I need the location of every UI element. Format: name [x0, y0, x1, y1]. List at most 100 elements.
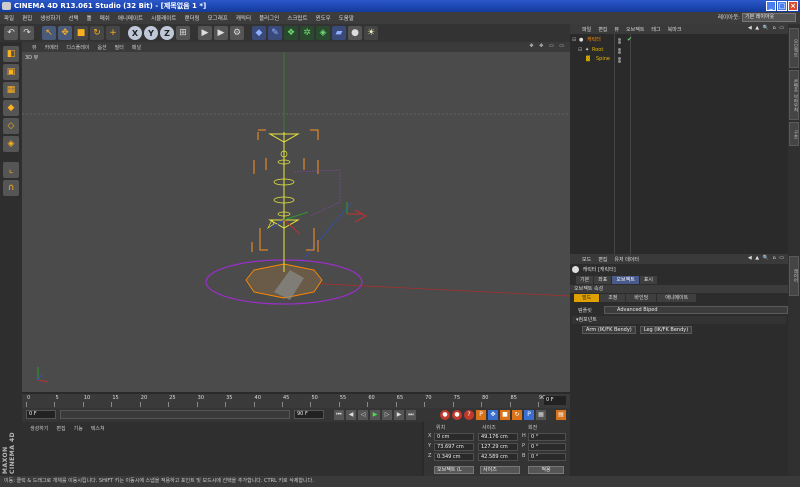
- mat-menu-edit[interactable]: 편집: [56, 425, 65, 432]
- model-mode-icon[interactable]: ◧: [3, 46, 19, 62]
- goto-start-icon[interactable]: ⏮: [334, 410, 344, 420]
- om-toolbar-icons[interactable]: ◀ ▲ 🔍 ⌂ ▭: [748, 25, 785, 31]
- tab-layers-vertical[interactable]: 레이어: [789, 256, 799, 296]
- leg-component-dropdown[interactable]: Leg (IK/FK Bendy): [639, 326, 693, 334]
- tab-content-browser-vertical[interactable]: 콘텐츠 브라우저: [789, 70, 799, 120]
- components-group[interactable]: ▾컴포넌트: [572, 316, 786, 324]
- minimize-button[interactable]: _: [766, 1, 776, 11]
- mat-menu-texture[interactable]: 텍스쳐: [91, 425, 105, 432]
- om-row-spine[interactable]: ▓ Spine: [570, 55, 788, 63]
- x-axis-icon[interactable]: X: [128, 26, 142, 40]
- om-row-character[interactable]: ⊟ ● 캐릭터 ✔: [570, 36, 788, 44]
- tab-basic[interactable]: 기본: [576, 276, 594, 284]
- prev-frame-icon[interactable]: ◁: [358, 410, 368, 420]
- play-icon[interactable]: ▶: [370, 410, 380, 420]
- key-icon[interactable]: P: [476, 410, 486, 420]
- pos-x-field[interactable]: 0 cm: [434, 433, 474, 441]
- menu-render[interactable]: 랜더링: [184, 14, 199, 22]
- scale-icon[interactable]: ■: [74, 26, 88, 40]
- vp-menu-filter[interactable]: 필터: [115, 44, 124, 51]
- move-icon[interactable]: ✥: [58, 26, 72, 40]
- tab-coordinates[interactable]: 좌표: [594, 276, 612, 284]
- arm-component-dropdown[interactable]: Arm (IK/FK Bendy): [582, 326, 636, 334]
- om-menu-edit[interactable]: 편집: [598, 26, 607, 33]
- am-menu-edit[interactable]: 편집: [598, 256, 607, 263]
- points-mode-icon[interactable]: ◆: [3, 100, 19, 116]
- tab-objects-vertical[interactable]: 오브젝트: [789, 28, 799, 68]
- cube-icon[interactable]: ◆: [252, 26, 266, 40]
- menu-window[interactable]: 윈도우: [316, 14, 331, 22]
- y-axis-icon[interactable]: Y: [144, 26, 158, 40]
- rot-h-field[interactable]: 0 °: [528, 433, 566, 441]
- om-menu-bookmarks[interactable]: 북마크: [668, 26, 682, 33]
- live-select-icon[interactable]: ↖: [42, 26, 56, 40]
- apply-button[interactable]: 적용: [528, 466, 564, 474]
- am-menu-mode[interactable]: 모드: [582, 256, 591, 263]
- rotate-icon[interactable]: ↻: [90, 26, 104, 40]
- menu-help[interactable]: 도움말: [339, 14, 354, 22]
- layout-select[interactable]: 기본 레이아웃: [742, 13, 796, 22]
- vp-menu-options[interactable]: 옵션: [97, 44, 106, 51]
- size-x-field[interactable]: 49.176 cm: [478, 433, 518, 441]
- deformer-icon[interactable]: ◈: [316, 26, 330, 40]
- om-menu-view[interactable]: 뷰: [614, 26, 619, 33]
- rot-p-field[interactable]: 0 °: [528, 443, 566, 451]
- frame-range-slider[interactable]: [60, 410, 290, 419]
- prev-key-icon[interactable]: ◀: [346, 410, 356, 420]
- menu-plugins[interactable]: 플러그인: [259, 14, 279, 22]
- move-key-icon[interactable]: ✥: [488, 410, 498, 420]
- vp-menu-panel[interactable]: 패널: [132, 44, 141, 51]
- viewport-3d[interactable]: 3D 뷰: [22, 52, 570, 392]
- menu-character[interactable]: 캐릭터: [236, 14, 251, 22]
- object-mode-icon[interactable]: ▣: [3, 64, 19, 80]
- keyframe-selection-icon[interactable]: ?: [464, 410, 474, 420]
- next-key-icon[interactable]: ▶: [394, 410, 404, 420]
- add-icon[interactable]: +: [106, 26, 120, 40]
- next-frame-icon[interactable]: ▷: [382, 410, 392, 420]
- autokey-icon[interactable]: ●: [452, 410, 462, 420]
- current-frame-field[interactable]: 0 F: [544, 396, 566, 405]
- array-icon[interactable]: ✲: [300, 26, 314, 40]
- menu-edit[interactable]: 편집: [22, 14, 32, 22]
- workplane-icon[interactable]: ⌞: [3, 162, 19, 178]
- mat-menu-create[interactable]: 생성하기: [30, 425, 48, 432]
- pos-y-field[interactable]: 73.697 cm: [434, 443, 474, 451]
- menu-animate[interactable]: 애니메이트: [118, 14, 143, 22]
- start-frame-field[interactable]: 0 F: [26, 410, 56, 419]
- param-key-icon[interactable]: P: [524, 410, 534, 420]
- pla-key-icon[interactable]: ▦: [536, 410, 546, 420]
- am-toolbar-icons[interactable]: ◀ ▲ 🔍 ⌂ ▭: [748, 255, 785, 261]
- viewport-nav-icons[interactable]: ✥ ✥ ▭ ▭: [529, 43, 566, 49]
- scale-key-icon[interactable]: ■: [500, 410, 510, 420]
- menu-mesh[interactable]: 메쉬: [100, 14, 110, 22]
- mat-menu-function[interactable]: 기능: [74, 425, 83, 432]
- menu-create[interactable]: 생성하기: [40, 14, 60, 22]
- redo-icon[interactable]: ↷: [20, 26, 34, 40]
- tab-structure-vertical[interactable]: 구조: [789, 122, 799, 146]
- om-menu-tags[interactable]: 태그: [651, 26, 660, 33]
- timeline-window-icon[interactable]: ▤: [556, 410, 566, 420]
- subtab-binding[interactable]: 바인딩: [626, 294, 657, 302]
- light-icon[interactable]: ☀: [364, 26, 378, 40]
- template-select[interactable]: Advanced Biped: [604, 306, 788, 314]
- undo-icon[interactable]: ↶: [4, 26, 18, 40]
- size-z-field[interactable]: 42.589 cm: [478, 453, 518, 461]
- timeline[interactable]: 0 5 10 15 20 25 30 35 40 45 50 55 60 65 70 75 80 85 90 0 F: [22, 394, 570, 408]
- polygons-mode-icon[interactable]: ◈: [3, 136, 19, 152]
- om-row-root[interactable]: ⊟ ✦ Root: [570, 46, 788, 54]
- size-y-field[interactable]: 127.29 cm: [478, 443, 518, 451]
- render-settings-icon[interactable]: ⚙: [230, 26, 244, 40]
- subtab-build[interactable]: 빌드: [574, 294, 600, 302]
- subtab-animate[interactable]: 애니메이트: [657, 294, 697, 302]
- subtab-adjust[interactable]: 조정: [600, 294, 626, 302]
- menu-mograph[interactable]: 모그래프: [208, 14, 228, 22]
- texture-mode-icon[interactable]: ▦: [3, 82, 19, 98]
- rot-b-field[interactable]: 0 °: [528, 453, 566, 461]
- menu-simulate[interactable]: 시뮬레이트: [151, 14, 176, 22]
- vp-menu-view[interactable]: 뷰: [32, 44, 37, 51]
- maximize-button[interactable]: □: [777, 1, 787, 11]
- floor-icon[interactable]: ▰: [332, 26, 346, 40]
- tab-object[interactable]: 오브젝트: [612, 276, 639, 284]
- coord-size-dropdown[interactable]: 사이즈: [480, 466, 520, 474]
- nurbs-icon[interactable]: ❖: [284, 26, 298, 40]
